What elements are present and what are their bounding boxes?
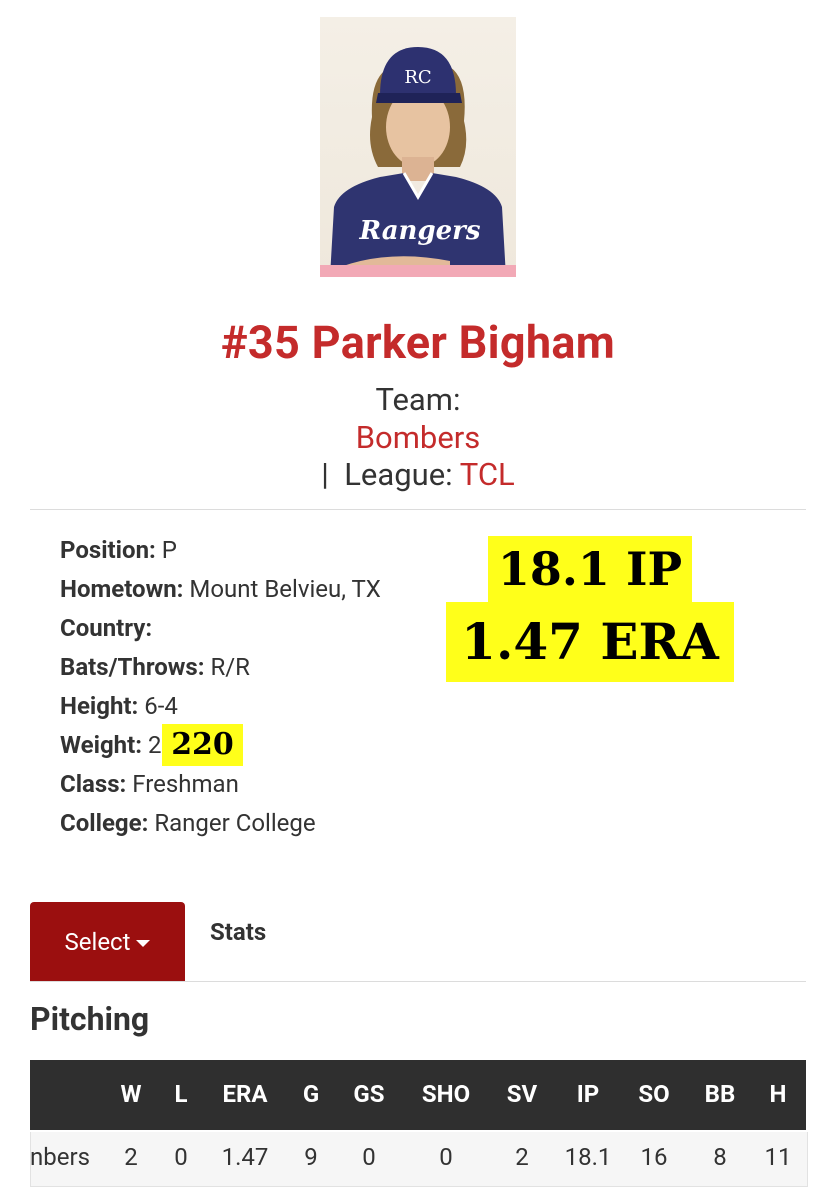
header-gs: GS xyxy=(353,1080,385,1108)
cell-sho: 0 xyxy=(439,1143,453,1171)
league-row: | League: TCL xyxy=(0,456,836,493)
header-w: W xyxy=(120,1080,142,1108)
cell-bb: 8 xyxy=(713,1143,727,1171)
era-highlight: 1.47 ERA xyxy=(446,602,734,682)
select-tab-label: Select xyxy=(64,928,131,956)
info-position: Position: P xyxy=(60,536,177,564)
weight-highlight: 220 xyxy=(162,724,243,766)
player-portrait: RC Rangers xyxy=(320,47,516,277)
header-g: G xyxy=(302,1080,320,1108)
info-class: Class: Freshman xyxy=(60,770,239,798)
info-college: College: Ranger College xyxy=(60,809,316,837)
pitching-title: Pitching xyxy=(30,1000,150,1038)
header-so: SO xyxy=(638,1080,670,1108)
stats-tab[interactable]: Stats xyxy=(210,918,266,946)
cell-so: 16 xyxy=(640,1143,668,1171)
header-sv: SV xyxy=(506,1080,538,1108)
team-link-row: Bombers xyxy=(0,419,836,456)
league-link[interactable]: TCL xyxy=(460,456,515,493)
player-photo: RC Rangers xyxy=(320,17,516,277)
header-h: H xyxy=(769,1080,787,1108)
info-height: Height: 6-4 xyxy=(60,692,178,720)
table-row xyxy=(30,1132,808,1187)
info-hometown: Hometown: Mount Belvieu, TX xyxy=(60,575,381,603)
select-tab-button[interactable]: Select xyxy=(30,902,185,982)
team-label: Team: xyxy=(375,381,461,418)
cell-gs: 0 xyxy=(362,1143,376,1171)
cell-g: 9 xyxy=(304,1143,318,1171)
info-country: Country: xyxy=(60,614,153,642)
player-name: #35 Parker Bigham xyxy=(220,316,616,369)
team-link[interactable]: Bombers xyxy=(356,419,481,456)
league-separator: | xyxy=(321,456,329,493)
caret-down-icon xyxy=(136,940,151,947)
cell-w: 2 xyxy=(124,1143,138,1171)
cell-era: 1.47 xyxy=(221,1143,269,1171)
cell-h: 11 xyxy=(764,1143,792,1171)
header-sho: SHO xyxy=(421,1080,471,1108)
header-era: ERA xyxy=(222,1080,268,1108)
tabs-divider xyxy=(30,981,806,982)
cell-sv: 2 xyxy=(515,1143,529,1171)
cell-l: 0 xyxy=(174,1143,188,1171)
league-label: League: xyxy=(344,456,453,493)
header-ip: IP xyxy=(576,1080,600,1108)
ip-highlight: 18.1 IP xyxy=(488,536,692,602)
header-bb: BB xyxy=(704,1080,736,1108)
pitching-table-header xyxy=(30,1060,806,1130)
row-team-link[interactable]: nbers xyxy=(30,1143,90,1171)
info-bats-throws: Bats/Throws: R/R xyxy=(60,653,250,681)
header-l: L xyxy=(174,1080,188,1108)
svg-text:RC: RC xyxy=(404,67,431,88)
cell-ip: 18.1 xyxy=(564,1143,612,1171)
header-divider xyxy=(30,509,806,510)
svg-text:Rangers: Rangers xyxy=(358,216,480,246)
